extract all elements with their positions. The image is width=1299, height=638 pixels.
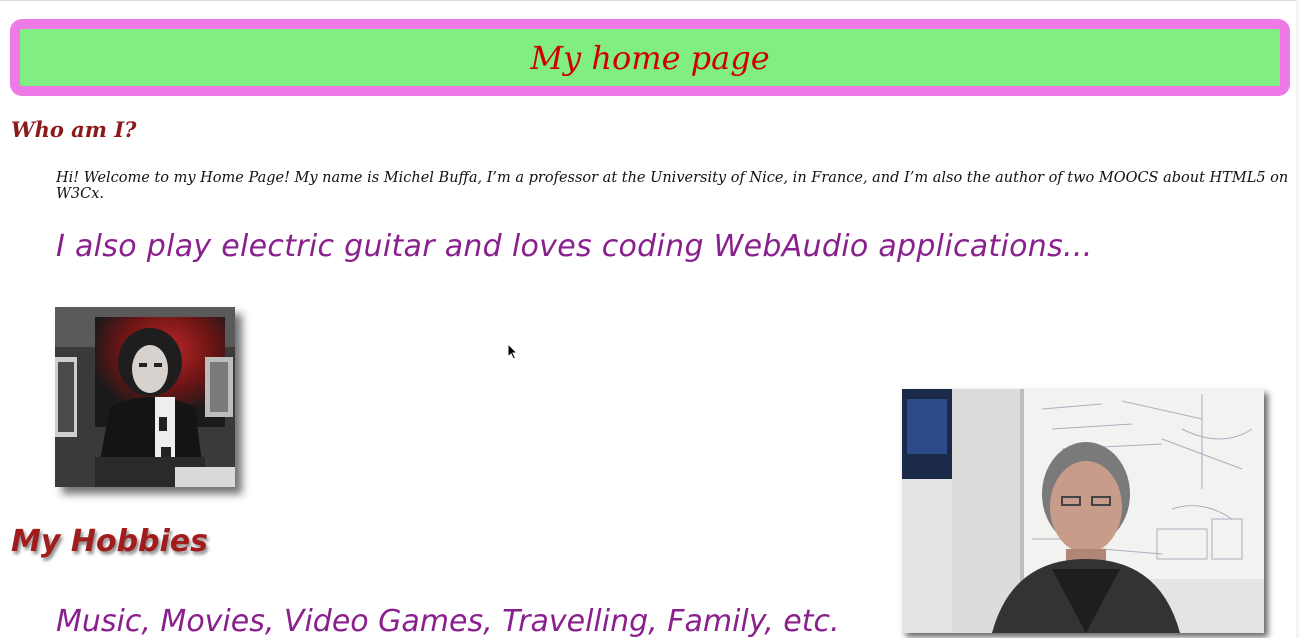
hobbies-list: Music, Movies, Video Games, Travelling, … bbox=[56, 604, 840, 638]
home-page: My home page Who am I? Hi! Welcome to my… bbox=[0, 0, 1299, 638]
intro-paragraph: Hi! Welcome to my Home Page! My name is … bbox=[56, 170, 1289, 202]
guitar-paragraph: I also play electric guitar and loves co… bbox=[56, 229, 1093, 264]
top-divider bbox=[0, 0, 1299, 1]
guitarist-photo bbox=[55, 307, 235, 487]
mouse-cursor-icon bbox=[507, 343, 519, 360]
who-am-i-heading: Who am I? bbox=[11, 117, 137, 142]
guitarist-photo-image bbox=[55, 307, 235, 487]
my-hobbies-heading: My Hobbies bbox=[11, 524, 209, 559]
presenter-webcam-video bbox=[902, 389, 1264, 633]
page-header: My home page bbox=[10, 19, 1290, 96]
page-title: My home page bbox=[530, 38, 770, 77]
presenter-webcam-image bbox=[902, 389, 1264, 633]
